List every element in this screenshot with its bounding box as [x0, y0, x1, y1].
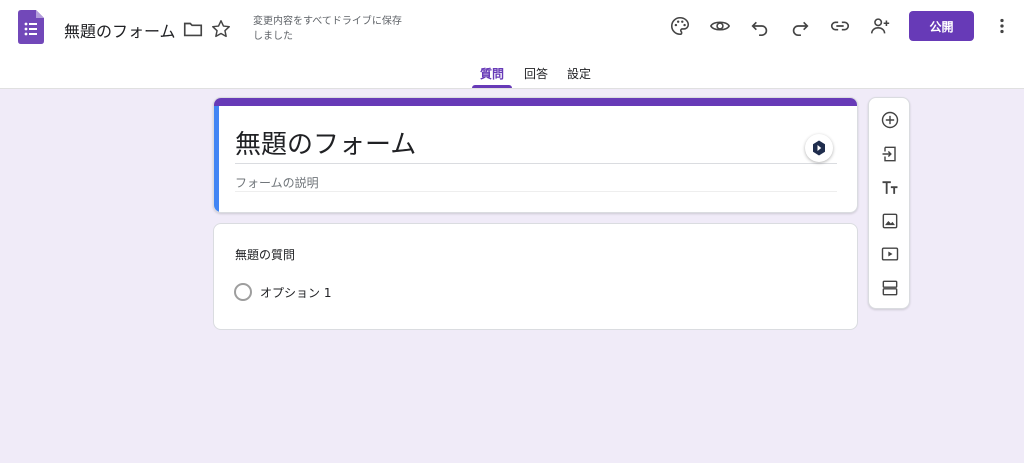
- publish-button[interactable]: 公開: [909, 11, 974, 41]
- star-icon[interactable]: [208, 16, 234, 42]
- add-image-icon[interactable]: [878, 209, 902, 233]
- more-options-icon[interactable]: [989, 13, 1015, 39]
- question-title[interactable]: 無題の質問: [235, 246, 295, 263]
- save-status: 変更内容をすべてドライブに保存しました: [253, 16, 402, 42]
- link-icon[interactable]: [827, 13, 853, 39]
- form-title[interactable]: 無題のフォーム: [235, 124, 416, 161]
- title-card-focus-strip: [214, 106, 219, 212]
- forms-logo-icon[interactable]: [18, 10, 44, 44]
- import-questions-icon[interactable]: [878, 142, 902, 166]
- option-label: オプション 1: [260, 285, 332, 300]
- undo-icon[interactable]: [747, 13, 773, 39]
- description-underline: [235, 191, 837, 192]
- floating-side-toolbar: [868, 97, 910, 309]
- tab-bar: 質問 回答 設定: [0, 60, 1024, 89]
- preview-eye-icon[interactable]: [707, 13, 733, 39]
- redo-icon[interactable]: [787, 13, 813, 39]
- add-question-icon[interactable]: [878, 108, 902, 132]
- add-title-icon[interactable]: [878, 176, 902, 200]
- document-title[interactable]: 無題のフォーム: [64, 18, 176, 42]
- form-title-card[interactable]: 無題のフォーム フォームの説明: [213, 97, 858, 213]
- active-tab-indicator: [472, 85, 512, 88]
- tab-settings[interactable]: 設定: [567, 65, 591, 89]
- option-row[interactable]: オプション 1: [234, 282, 331, 302]
- add-collaborator-icon[interactable]: [867, 13, 893, 39]
- question-card[interactable]: 無題の質問 オプション 1: [213, 223, 858, 330]
- add-video-icon[interactable]: [878, 242, 902, 266]
- palette-icon[interactable]: [667, 13, 693, 39]
- title-underline: [235, 163, 837, 164]
- top-bar: 無題のフォーム 変更内容をすべてドライブに保存しました 公開 質問 回答 設定: [0, 0, 1024, 89]
- title-card-accent-strip: [214, 98, 857, 106]
- tab-responses[interactable]: 回答: [524, 65, 548, 89]
- add-section-icon[interactable]: [878, 276, 902, 300]
- extension-icon[interactable]: [805, 134, 833, 162]
- folder-icon[interactable]: [180, 16, 206, 42]
- radio-button-icon: [234, 283, 252, 301]
- form-description-field[interactable]: フォームの説明: [235, 174, 319, 191]
